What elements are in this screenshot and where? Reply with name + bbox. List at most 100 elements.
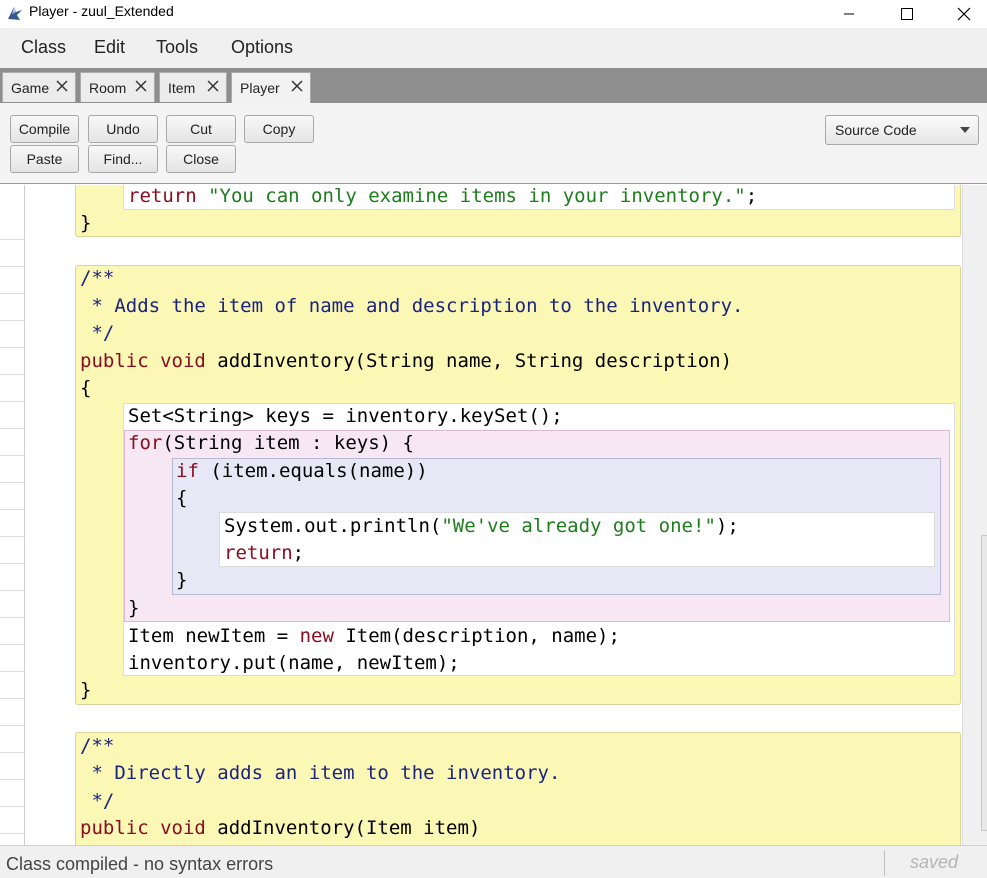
saved-indicator: saved [910,852,959,872]
gutter-line [0,401,25,402]
close-tab-icon[interactable] [206,79,220,93]
keyword: if [176,460,199,482]
code-editor[interactable]: return "You can only examine items in yo… [0,185,987,845]
gutter-line [0,239,25,240]
code-line: } [80,679,92,701]
code-text: ; [745,185,758,207]
scrollbar-thumb[interactable] [981,535,987,831]
minimize-icon [844,13,854,15]
code-line: return; [224,540,304,567]
code-line: if (item.equals(name)) [176,458,428,485]
gutter-line [0,752,25,753]
code-line: } [128,597,140,619]
keyword: return [224,542,293,564]
method-signature: public void addInventory(String name, St… [80,348,732,375]
code-text: Item(description, name); [333,625,620,647]
line-gutter [0,185,25,845]
title-bar: Player - zuul_Extended [0,0,987,28]
find-button[interactable]: Find... [88,145,158,173]
string-literal: "We've already got one!" [441,515,716,537]
code-line: inventory.put(name, newItem); [128,652,460,674]
code-text: ; [292,542,305,564]
close-tab-icon[interactable] [134,79,148,93]
menu-options[interactable]: Options [231,37,293,58]
code-line: } [80,212,92,234]
paste-button[interactable]: Paste [10,145,79,173]
close-window-button[interactable] [941,0,987,28]
javadoc-line: /** [80,735,115,757]
code-line: } [176,569,188,591]
javadoc-line: */ [80,790,115,812]
menu-class[interactable]: Class [21,37,66,58]
code-text: addInventory(Item item) [205,817,481,839]
view-mode-label: Source Code [835,122,917,138]
window-title: Player - zuul_Extended [29,3,174,19]
code-text: System.out.println( [224,515,442,537]
keyword: return [128,185,197,207]
status-divider [884,850,885,876]
tab-label: Room [89,79,127,96]
menu-edit[interactable]: Edit [94,37,125,58]
code-line: Set<String> keys = inventory.keySet(); [128,405,563,427]
maximize-button[interactable] [884,0,930,28]
gutter-line [0,725,25,726]
gutter-line [0,266,25,267]
code-text: (String item : keys) { [162,432,414,454]
gutter-line [0,482,25,483]
menu-bar: Class Edit Tools Options [0,28,987,68]
gutter-line [0,563,25,564]
tab-room[interactable]: Room [80,72,155,102]
method-signature: public void addInventory(Item item) [80,815,480,842]
menu-tools[interactable]: Tools [156,37,198,58]
tab-item[interactable]: Item [159,72,227,102]
gutter-line [0,293,25,294]
vertical-scrollbar[interactable] [962,185,987,845]
tab-bar: Game Room Item Player [0,68,987,103]
undo-button[interactable]: Undo [88,115,158,143]
toolbar: Compile Undo Cut Copy Paste Find... Clos… [0,103,987,184]
gutter-line [0,347,25,348]
gutter-line [0,536,25,537]
code-line: { [176,487,188,509]
gutter-line [0,428,25,429]
keyword: public void [80,817,206,839]
gutter-line [0,590,25,591]
gutter-line [0,509,25,510]
tab-game[interactable]: Game [2,72,76,102]
gutter-line [0,374,25,375]
code-text: ); [715,515,739,537]
view-mode-select[interactable]: Source Code [825,115,979,145]
copy-button[interactable]: Copy [244,115,314,143]
gutter-line [0,698,25,699]
close-tab-icon[interactable] [290,79,304,93]
code-text: (item.equals(name)) [198,460,428,482]
tab-label: Player [240,80,280,96]
gutter-line [0,806,25,807]
cut-button[interactable]: Cut [166,115,236,143]
code-text: addInventory(String name, String descrip… [205,350,733,372]
close-tab-icon[interactable] [55,79,69,93]
maximize-icon [901,8,913,20]
bluej-app-icon [8,7,22,20]
code-line: System.out.println("We've already got on… [224,513,739,540]
javadoc-line: */ [80,322,115,344]
gutter-line [0,833,25,834]
code-line: Item newItem = new Item(description, nam… [128,623,620,650]
javadoc-line: /** [80,267,115,289]
code-text: Item newItem = [128,625,300,647]
string-literal: "You can only examine items in your inve… [208,185,746,207]
close-button[interactable]: Close [166,145,236,173]
minimize-button[interactable] [826,0,872,28]
javadoc-line: * Adds the item of name and description … [80,295,744,317]
status-message: Class compiled - no syntax errors [6,854,274,874]
tab-player[interactable]: Player [231,72,311,103]
keyword: public void [80,350,206,372]
javadoc-line: * Directly adds an item to the inventory… [80,762,561,784]
gutter-line [0,320,25,321]
code-line: { [80,377,92,399]
compile-button[interactable]: Compile [10,115,79,143]
gutter-line [0,644,25,645]
tab-label: Game [11,79,50,96]
gutter-line [0,617,25,618]
keyword: for [128,432,163,454]
